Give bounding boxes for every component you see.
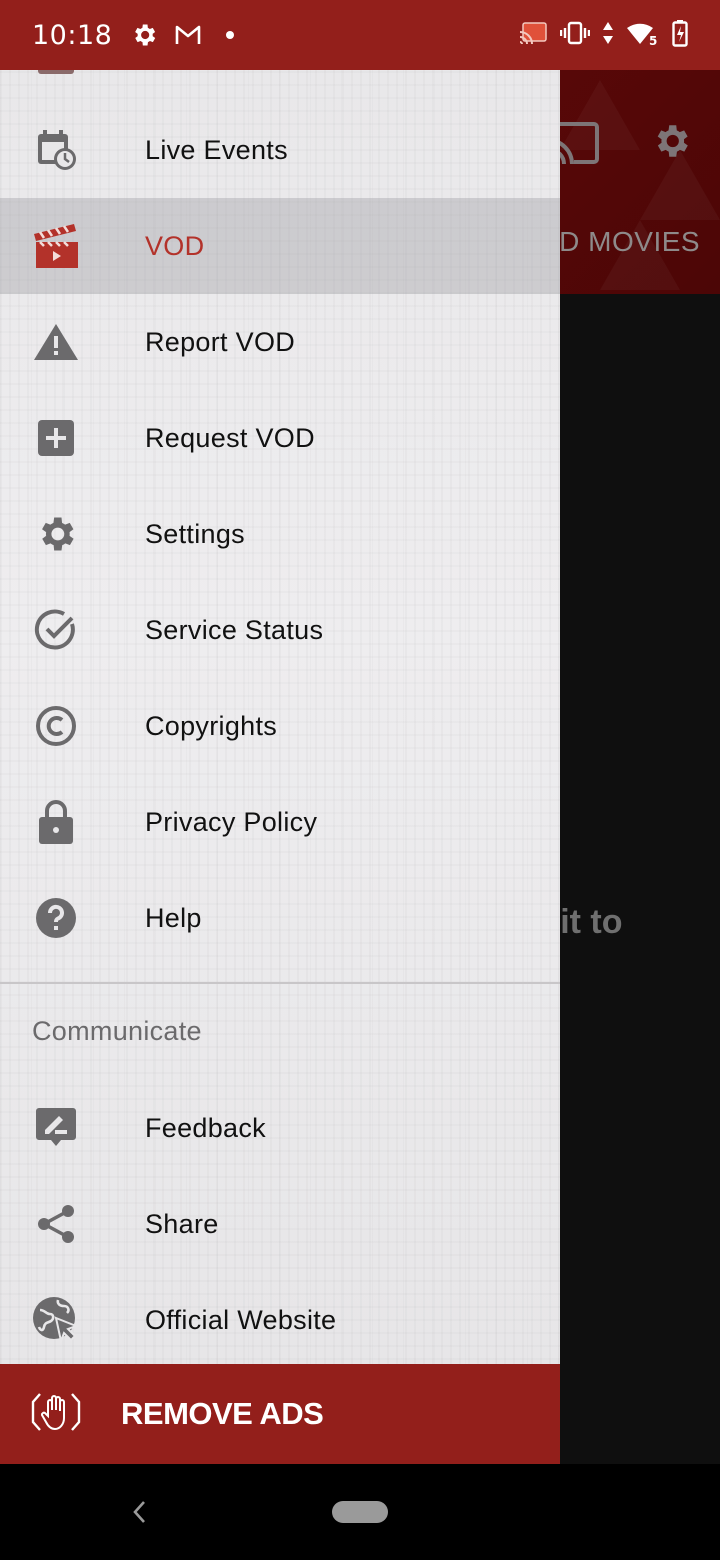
menu-label: Live Events bbox=[145, 134, 288, 165]
settings-icon[interactable] bbox=[650, 120, 692, 167]
system-nav-bar bbox=[0, 1464, 720, 1560]
tab-movies-fragment[interactable]: ED MOVIES bbox=[540, 226, 700, 258]
status-bar: 10:18 5 bbox=[0, 0, 720, 70]
status-time: 10:18 bbox=[32, 19, 113, 51]
menu-label: Request VOD bbox=[145, 422, 315, 453]
menu-item-service-status[interactable]: Service Status bbox=[0, 582, 560, 678]
notification-dot bbox=[226, 31, 235, 39]
settings-icon bbox=[130, 21, 158, 49]
menu-item-privacy-policy[interactable]: Privacy Policy bbox=[0, 774, 560, 870]
status-icons-right: 5 bbox=[518, 19, 688, 52]
calendar-clock-icon bbox=[32, 126, 80, 174]
warning-icon bbox=[32, 318, 80, 366]
copyright-icon bbox=[32, 702, 80, 750]
menu-label: Settings bbox=[145, 518, 245, 549]
menu-item-official-website[interactable]: Official Website bbox=[0, 1272, 560, 1368]
svg-text:5: 5 bbox=[649, 34, 657, 46]
battery-charging-icon bbox=[672, 19, 688, 52]
menu-label: Report VOD bbox=[145, 326, 296, 357]
menu-label: Service Status bbox=[145, 614, 324, 645]
menu-label: Privacy Policy bbox=[145, 806, 318, 837]
navigation-drawer: Live Events VOD Report VOD Request VOD S bbox=[0, 70, 560, 1464]
menu-item-help[interactable]: Help bbox=[0, 870, 560, 966]
menu-item-live-events[interactable]: Live Events bbox=[0, 102, 560, 198]
menu-label: Help bbox=[145, 902, 202, 933]
menu-item-share[interactable]: Share bbox=[0, 1176, 560, 1272]
share-icon bbox=[32, 1200, 80, 1248]
vibrate-icon bbox=[559, 21, 591, 50]
gear-icon bbox=[32, 510, 80, 558]
menu-item-settings[interactable]: Settings bbox=[0, 486, 560, 582]
menu-label: VOD bbox=[145, 230, 205, 261]
menu-label: Feedback bbox=[145, 1112, 266, 1143]
feedback-icon bbox=[32, 1104, 80, 1152]
home-pill-button[interactable] bbox=[332, 1501, 388, 1523]
menu-item-report-vod[interactable]: Report VOD bbox=[0, 294, 560, 390]
data-arrows-icon bbox=[602, 21, 614, 50]
add-box-icon bbox=[32, 414, 80, 462]
partial-menu-item-above bbox=[38, 70, 74, 74]
lock-icon bbox=[32, 798, 80, 846]
remove-ads-button[interactable]: REMOVE ADS bbox=[0, 1364, 560, 1464]
globe-cursor-icon bbox=[32, 1296, 80, 1344]
menu-label: Share bbox=[145, 1208, 219, 1239]
menu-label: Copyrights bbox=[145, 710, 278, 741]
wifi-icon: 5 bbox=[626, 20, 660, 51]
back-icon[interactable] bbox=[126, 1494, 152, 1530]
menu-item-feedback[interactable]: Feedback bbox=[0, 1080, 560, 1176]
menu-item-copyrights[interactable]: Copyrights bbox=[0, 678, 560, 774]
section-header-communicate: Communicate bbox=[32, 1016, 202, 1046]
menu-item-vod[interactable]: VOD bbox=[0, 198, 560, 294]
gmail-icon bbox=[174, 24, 202, 46]
section-divider bbox=[0, 982, 560, 984]
remove-ads-label: REMOVE ADS bbox=[121, 1396, 324, 1431]
help-icon bbox=[32, 894, 80, 942]
check-circle-icon bbox=[32, 606, 80, 654]
stop-hand-icon bbox=[30, 1392, 82, 1437]
clapperboard-icon bbox=[32, 222, 80, 270]
menu-label: Official Website bbox=[145, 1304, 337, 1335]
cast-connected-icon bbox=[518, 21, 548, 50]
menu-item-request-vod[interactable]: Request VOD bbox=[0, 390, 560, 486]
screen: 10:18 5 ED MOVIES d it to Live Events VO… bbox=[0, 0, 720, 1560]
